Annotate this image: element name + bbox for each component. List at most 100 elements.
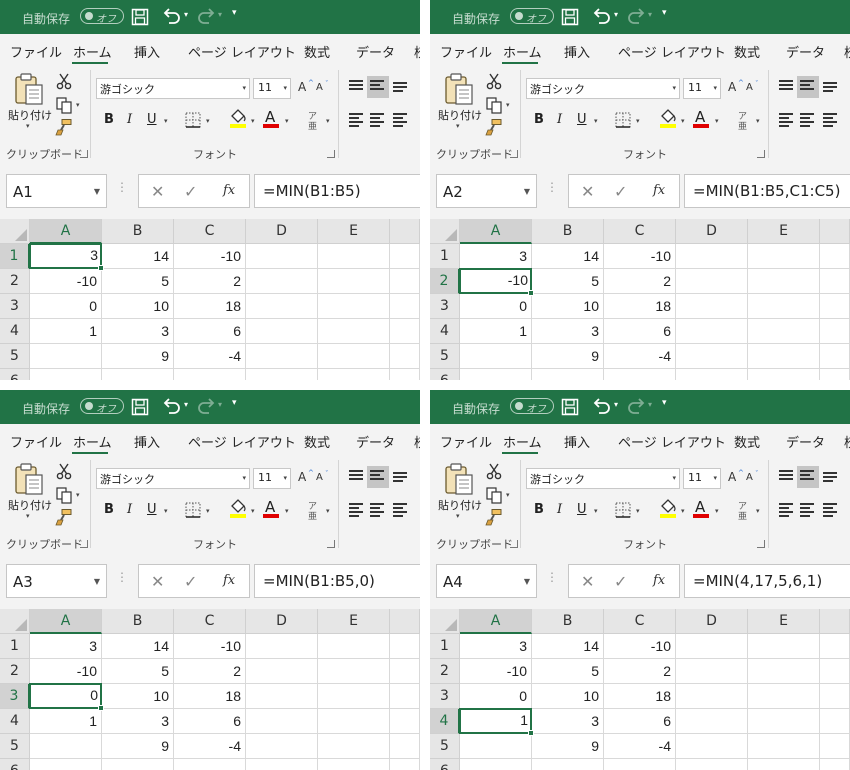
paste-button-label[interactable]: 貼り付け <box>438 107 482 123</box>
italic-button[interactable]: I <box>557 112 562 127</box>
cell-C1[interactable]: -10 <box>174 244 246 269</box>
tab-0[interactable]: ファイル <box>10 42 62 61</box>
undo-dropdown-icon[interactable]: ▾ <box>614 10 618 19</box>
undo-icon[interactable] <box>160 7 182 27</box>
cell-E4[interactable] <box>318 709 390 734</box>
cell-B6[interactable] <box>102 759 174 770</box>
row-header-4[interactable]: 4 <box>0 709 30 734</box>
cell-overflow[interactable] <box>390 759 420 770</box>
name-box[interactable]: A2 ▼ <box>436 174 537 208</box>
tab-4[interactable]: 数式 <box>304 42 330 61</box>
formula-bar-splitter-icon[interactable]: ⋮ <box>546 570 558 584</box>
fill-color-icon[interactable] <box>229 108 247 124</box>
font-name-dropdown-icon[interactable]: ▾ <box>672 84 676 92</box>
align-left-icon[interactable] <box>349 113 365 127</box>
column-header-overflow[interactable] <box>390 609 420 634</box>
cell-B1[interactable]: 14 <box>532 244 604 269</box>
cell-C6[interactable] <box>604 369 676 380</box>
cell-E1[interactable] <box>748 634 820 659</box>
cell-E4[interactable] <box>318 319 390 344</box>
undo-dropdown-icon[interactable]: ▾ <box>184 10 188 19</box>
row-header-4[interactable]: 4 <box>430 319 460 344</box>
column-header-overflow[interactable] <box>820 219 850 244</box>
cell-A6[interactable] <box>460 759 532 770</box>
paste-icon[interactable] <box>14 462 44 496</box>
clipboard-dialog-launcher-icon[interactable] <box>80 540 88 548</box>
row-header-5[interactable]: 5 <box>430 344 460 369</box>
cell-D2[interactable] <box>676 269 748 294</box>
cell-D6[interactable] <box>676 369 748 380</box>
autosave-toggle[interactable]: オフ <box>80 398 124 415</box>
row-header-3[interactable]: 3 <box>430 294 460 319</box>
cell-overflow[interactable] <box>390 319 420 344</box>
cell-B5[interactable]: 9 <box>102 734 174 759</box>
fill-color-icon[interactable] <box>229 498 247 514</box>
cell-A3[interactable]: 0 <box>29 683 102 709</box>
cell-overflow[interactable] <box>390 344 420 369</box>
cell-D1[interactable] <box>676 634 748 659</box>
column-header-E[interactable]: E <box>748 219 820 244</box>
tab-5[interactable]: データ <box>786 432 825 451</box>
cell-E2[interactable] <box>748 659 820 684</box>
customize-toolbar-icon[interactable]: ▾ <box>232 8 237 18</box>
underline-dropdown-icon[interactable]: ▾ <box>164 507 168 515</box>
column-header-A[interactable]: A <box>30 219 102 244</box>
tab-2[interactable]: 挿入 <box>134 432 160 451</box>
tab-1[interactable]: ホーム <box>73 42 112 61</box>
cell-B3[interactable]: 10 <box>532 684 604 709</box>
column-header-overflow[interactable] <box>390 219 420 244</box>
align-right-icon[interactable] <box>823 503 839 517</box>
cell-D2[interactable] <box>246 659 318 684</box>
insert-function-icon[interactable]: fx <box>223 183 235 198</box>
cell-A4[interactable]: 1 <box>460 319 532 344</box>
align-left-icon[interactable] <box>779 113 795 127</box>
tab-5[interactable]: データ <box>356 432 395 451</box>
font-name-dropdown-icon[interactable]: ▾ <box>242 474 246 482</box>
enter-icon[interactable]: ✓ <box>614 572 627 591</box>
cell-D6[interactable] <box>676 759 748 770</box>
column-header-E[interactable]: E <box>748 609 820 634</box>
column-header-C[interactable]: C <box>174 609 246 634</box>
cell-overflow[interactable] <box>820 659 850 684</box>
decrease-font-size-icon[interactable]: A <box>746 472 753 483</box>
row-header-1[interactable]: 1 <box>0 634 30 659</box>
tab-2[interactable]: 挿入 <box>564 42 590 61</box>
name-box-dropdown-icon[interactable]: ▼ <box>94 187 100 196</box>
copy-dropdown-icon[interactable]: ▾ <box>506 101 510 109</box>
cell-overflow[interactable] <box>820 369 850 380</box>
cell-C3[interactable]: 18 <box>604 294 676 319</box>
cell-B4[interactable]: 3 <box>532 319 604 344</box>
row-header-3[interactable]: 3 <box>430 684 460 709</box>
cell-B6[interactable] <box>102 369 174 380</box>
row-header-1[interactable]: 1 <box>0 244 30 269</box>
name-box[interactable]: A1 ▼ <box>6 174 107 208</box>
fill-handle[interactable] <box>98 265 104 271</box>
column-header-C[interactable]: C <box>174 219 246 244</box>
font-name-select[interactable]: 游ゴシック ▾ <box>96 78 250 99</box>
align-middle-icon[interactable] <box>800 470 816 484</box>
cell-E5[interactable] <box>748 734 820 759</box>
underline-button[interactable]: U <box>147 112 157 127</box>
select-all-corner[interactable] <box>0 609 30 634</box>
align-bottom-icon[interactable] <box>393 472 409 486</box>
phonetic-dropdown-icon[interactable]: ▾ <box>326 117 330 125</box>
font-dialog-launcher-icon[interactable] <box>757 540 765 548</box>
align-middle-icon[interactable] <box>800 80 816 94</box>
font-size-select[interactable]: 11 ▾ <box>683 468 721 489</box>
cancel-icon[interactable]: ✕ <box>151 572 164 591</box>
align-right-icon[interactable] <box>393 113 409 127</box>
cut-icon[interactable] <box>55 462 73 480</box>
clipboard-dialog-launcher-icon[interactable] <box>510 540 518 548</box>
font-color-dropdown-icon[interactable]: ▾ <box>285 507 289 515</box>
cell-overflow[interactable] <box>390 709 420 734</box>
cell-overflow[interactable] <box>390 684 420 709</box>
italic-button[interactable]: I <box>127 502 132 517</box>
cell-E2[interactable] <box>318 659 390 684</box>
formula-input[interactable]: =MIN(B1:B5,C1:C5) <box>684 174 850 208</box>
cut-icon[interactable] <box>485 72 503 90</box>
cell-A5[interactable] <box>30 734 102 759</box>
cell-A5[interactable] <box>460 734 532 759</box>
font-name-select[interactable]: 游ゴシック ▾ <box>526 78 680 99</box>
cell-C3[interactable]: 18 <box>174 294 246 319</box>
cell-A4[interactable]: 1 <box>459 708 532 734</box>
